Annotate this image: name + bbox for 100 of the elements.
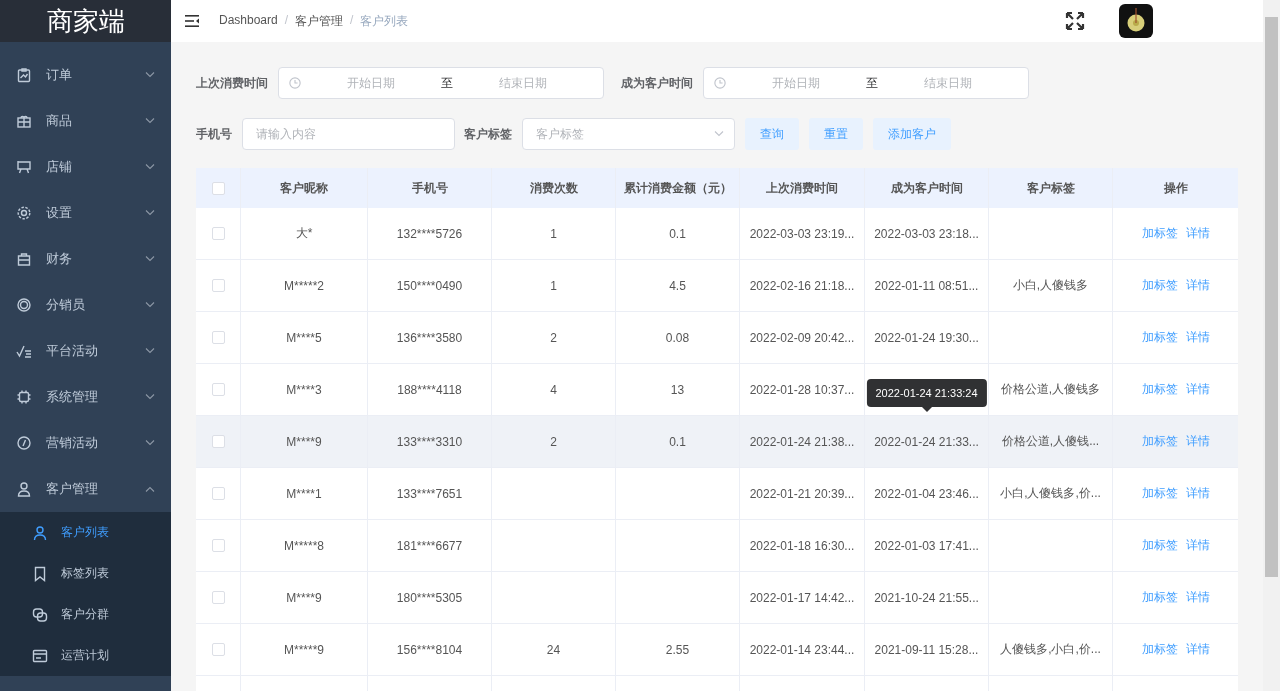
sidebar-item[interactable]: 财务	[0, 236, 171, 282]
chevron-icon	[145, 164, 155, 170]
table-cell: 150****0490	[396, 278, 463, 293]
menu-label: 订单	[46, 66, 73, 84]
table-row[interactable]: M****1 133****7651 2022-01-21 20:39... 2022-01-04 23:46... 小白,人傻钱多,价... 加标签 详情	[196, 468, 1238, 520]
table-cell: 2	[550, 330, 557, 345]
avatar[interactable]	[1119, 4, 1153, 38]
tooltip: 2022-01-24 21:33:24	[866, 379, 987, 407]
table-cell: M*****9	[284, 642, 324, 657]
breadcrumb-item[interactable]: Dashboard	[219, 12, 278, 30]
breadcrumb-item[interactable]: 客户管理	[295, 12, 344, 30]
row-checkbox[interactable]	[211, 383, 225, 396]
table-cell: 2022-01-24 21:33...	[874, 434, 979, 449]
table-cell: 2022-03-03 23:19...	[749, 226, 855, 241]
sidebar-item[interactable]: 营销活动	[0, 420, 171, 466]
table-cell: M****1	[286, 486, 322, 501]
phone-field[interactable]: 请输入内容	[242, 118, 455, 150]
start-date-placeholder: 开始日期	[346, 74, 396, 92]
filter-label: 成为客户时间	[621, 74, 693, 92]
tooltip-pointer	[921, 407, 932, 412]
row-checkbox[interactable]	[211, 435, 225, 448]
table-cell: 2022-01-18 16:30...	[749, 538, 855, 553]
column-header: 成为客户时间	[865, 168, 989, 208]
menu-label: 商品	[46, 112, 73, 130]
date-range-field[interactable]: 开始日期 至 结束日期	[278, 67, 604, 99]
table-cell: 人傻钱多,小白,价...	[1000, 641, 1101, 658]
bookmark-icon	[32, 565, 48, 582]
table-cell: 1	[550, 278, 557, 293]
range-separator: 至	[441, 74, 453, 92]
check-icon	[16, 343, 32, 359]
sidebar-item[interactable]: 平台活动	[0, 328, 171, 374]
chevron-icon	[145, 256, 155, 262]
user-icon	[16, 481, 32, 497]
table-cell: 133****3310	[396, 434, 463, 449]
table-cell: 132****5726	[396, 226, 463, 241]
table-cell: M****9	[286, 434, 322, 449]
gauge-icon	[16, 435, 32, 451]
chevron-icon	[145, 302, 155, 308]
chevron-icon	[145, 440, 155, 446]
table-cell: 156****8104	[396, 642, 463, 657]
table-cell: 2022-02-16 21:18...	[749, 278, 855, 293]
menu-label: 营销活动	[46, 434, 99, 452]
row-checkbox[interactable]	[211, 279, 225, 292]
submenu-item[interactable]: 客户列表	[0, 512, 171, 553]
sidebar-item[interactable]: 分销员	[0, 282, 171, 328]
menu-fold-icon[interactable]	[185, 15, 199, 27]
sidebar-item[interactable]: 客户管理	[0, 466, 171, 512]
row-checkbox[interactable]	[211, 591, 225, 604]
end-date-placeholder: 结束日期	[498, 74, 548, 92]
chat-icon	[32, 606, 48, 623]
table-cell: 2022-01-17 14:42...	[749, 590, 855, 605]
table-row[interactable]: M****5 136****3580 2 0.08 2022-02-09 20:42... 2022-01-24 19:30... 加标签 详情	[196, 312, 1238, 364]
fullscreen-icon[interactable]	[1065, 11, 1085, 31]
chevron-icon	[145, 394, 155, 400]
column-header: 消费次数	[492, 168, 616, 208]
sidebar-item[interactable]: 商品	[0, 98, 171, 144]
sidebar-item[interactable]: 订单	[0, 52, 171, 98]
table-cell: 2022-03-03 23:18...	[874, 226, 979, 241]
table-cell: 2021-09-11 15:28...	[874, 642, 979, 657]
row-checkbox[interactable]	[211, 539, 225, 552]
table-cell: 2022-01-28 10:37...	[749, 382, 855, 397]
table-cell: M*****8	[284, 538, 324, 553]
clipboard-icon	[16, 67, 32, 83]
end-date-placeholder: 结束日期	[923, 74, 973, 92]
row-checkbox[interactable]	[211, 227, 225, 240]
table-row[interactable]: M*****9 156****8104 24 2.55 2022-01-14 23:44... 2021-09-11 15:28... 人傻钱多,小白,价... 加标签 详情	[196, 624, 1238, 676]
table-cell: 133****7651	[396, 486, 463, 501]
chevron-icon	[145, 210, 155, 216]
clock-icon	[714, 77, 726, 89]
table-row[interactable]: M****9 180****5305 2022-01-17 14:42... 2021-10-24 21:55... 加标签 详情	[196, 572, 1238, 624]
row-checkbox[interactable]	[211, 487, 225, 500]
sidebar-item[interactable]: 设置	[0, 190, 171, 236]
submenu-item[interactable]: 运营计划	[0, 635, 171, 676]
table-row[interactable]: M*****2 150****0490 1 4.5 2022-02-16 21:18... 2022-01-11 08:51... 小白,人傻钱多 加标签 详情	[196, 260, 1238, 312]
submenu-item[interactable]: 标签列表	[0, 553, 171, 594]
breadcrumb-item: 客户列表	[360, 12, 409, 30]
chevron-icon	[145, 348, 155, 354]
easel-icon	[16, 159, 32, 175]
row-checkbox[interactable]	[211, 331, 225, 344]
row-checkbox[interactable]	[211, 643, 225, 656]
ring-icon	[16, 297, 32, 313]
table-row[interactable]: 大* 132****5726 1 0.1 2022-03-03 23:19... 2022-03-03 23:18... 加标签 详情	[196, 208, 1238, 260]
sidebar-item[interactable]: 系统管理	[0, 374, 171, 420]
date-range-field[interactable]: 开始日期 至 结束日期	[703, 67, 1029, 99]
select-all-checkbox[interactable]	[211, 181, 225, 195]
table-cell: M****9	[286, 590, 322, 605]
table-cell: 188****4118	[397, 382, 462, 397]
table-cell: M*****2	[284, 278, 324, 293]
chevron-icon	[145, 72, 155, 78]
sidebar-item[interactable]: 店铺	[0, 144, 171, 190]
scrollbar[interactable]	[1263, 0, 1280, 691]
column-header: 手机号	[368, 168, 492, 208]
table-cell: M****3	[286, 382, 322, 397]
table-cell: 2022-01-03 17:41...	[874, 538, 979, 553]
chevron-icon	[145, 486, 155, 492]
table-cell: M****5	[286, 330, 322, 345]
table-cell: 价格公道,人傻钱...	[1001, 433, 1100, 450]
table-row[interactable]: M*****8 181****6677 2022-01-18 16:30... 2022-01-03 17:41... 加标签 详情	[196, 520, 1238, 572]
submenu-item[interactable]: 客户分群	[0, 594, 171, 635]
table-cell: 0.1	[669, 226, 686, 241]
